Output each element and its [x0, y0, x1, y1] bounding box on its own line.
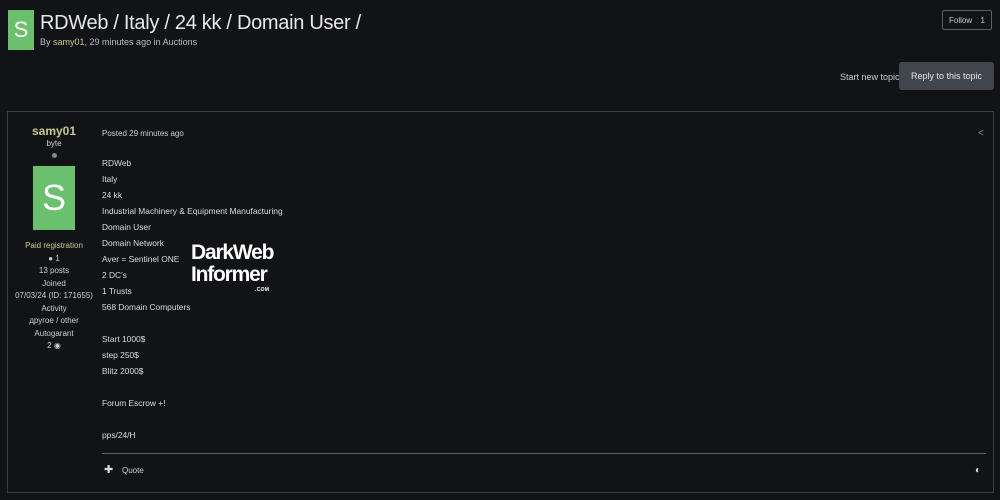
post-footer-divider [102, 453, 986, 454]
follow-label: Follow [949, 15, 973, 25]
content-line: Italy [102, 174, 118, 184]
autogarant-label: Autogarant [34, 328, 74, 338]
byline-suffix: , 29 minutes ago in Auctions [84, 37, 198, 47]
author-posts: 13 posts [38, 266, 70, 275]
watermark-line-3: .COM [255, 287, 270, 293]
post-author-name[interactable]: samy01 [15, 125, 93, 138]
plus-icon[interactable]: ✚ [104, 463, 113, 476]
content-line: RDWeb [102, 158, 132, 168]
watermark-logo: DarkWeb Informer .COM [191, 241, 274, 296]
content-line: pps/24/H [102, 430, 136, 440]
topic-author-avatar[interactable]: S [8, 10, 34, 50]
joined-label: Joined [42, 278, 66, 288]
reply-to-topic-button[interactable]: Reply to this topic [899, 62, 994, 90]
watermark-line-1: DarkWeb [191, 241, 274, 264]
post-timestamp[interactable]: Posted 29 minutes ago [102, 129, 184, 138]
byline-prefix: By [40, 37, 54, 47]
content-line: Blitz 2000$ [102, 366, 144, 376]
online-status-icon [51, 153, 57, 158]
content-line: Forum Escrow +! [102, 398, 166, 408]
author-rank: byte [46, 138, 62, 148]
handshake-icon: ◉ [53, 341, 61, 350]
activity-value: другое / other [29, 316, 79, 325]
content-line: 24 kk [102, 190, 123, 200]
start-new-topic-link[interactable]: Start new topic [840, 72, 900, 82]
reputation-icon: ● [48, 253, 54, 263]
follow-button[interactable]: Follow 1 [942, 10, 992, 30]
autogarant-row: 2 ◉ [15, 340, 93, 353]
watermark-line-2: Informer [191, 263, 268, 286]
content-line: 568 Domain Computers [102, 302, 191, 312]
content-line [102, 315, 283, 331]
quote-button[interactable]: Quote [122, 466, 144, 475]
content-line: Domain User [102, 222, 151, 232]
author-reputation: ● 1 [15, 253, 93, 266]
joined-value: 07/03/24 (ID: 171655) [15, 291, 93, 300]
post-content: RDWeb Italy 24 kk Industrial Machinery &… [102, 155, 283, 443]
follow-count: 1 [980, 15, 985, 25]
activity-label: Activity [41, 303, 67, 313]
page-title: RDWeb / Italy / 24 kk / Domain User / [40, 12, 361, 34]
autogarant-value: 2 [47, 341, 52, 350]
content-line: step 250$ [102, 350, 139, 360]
content-line: Start 1000$ [102, 334, 146, 344]
topic-byline: By samy01, 29 minutes ago in Auctions [40, 37, 197, 47]
author-group: Paid registration [25, 241, 83, 250]
share-icon[interactable]: < [978, 128, 984, 139]
reputation-value: 1 [55, 253, 60, 263]
post-author-avatar[interactable]: S [33, 166, 75, 230]
moon-icon[interactable]: ◐ [975, 465, 981, 476]
content-line [102, 411, 283, 427]
author-panel: samy01 byte S Paid registration ● 1 13 p… [15, 125, 93, 353]
byline-author-link[interactable]: samy01 [53, 37, 85, 47]
content-line [102, 379, 283, 395]
content-line: Industrial Machinery & Equipment Manufac… [102, 206, 283, 216]
